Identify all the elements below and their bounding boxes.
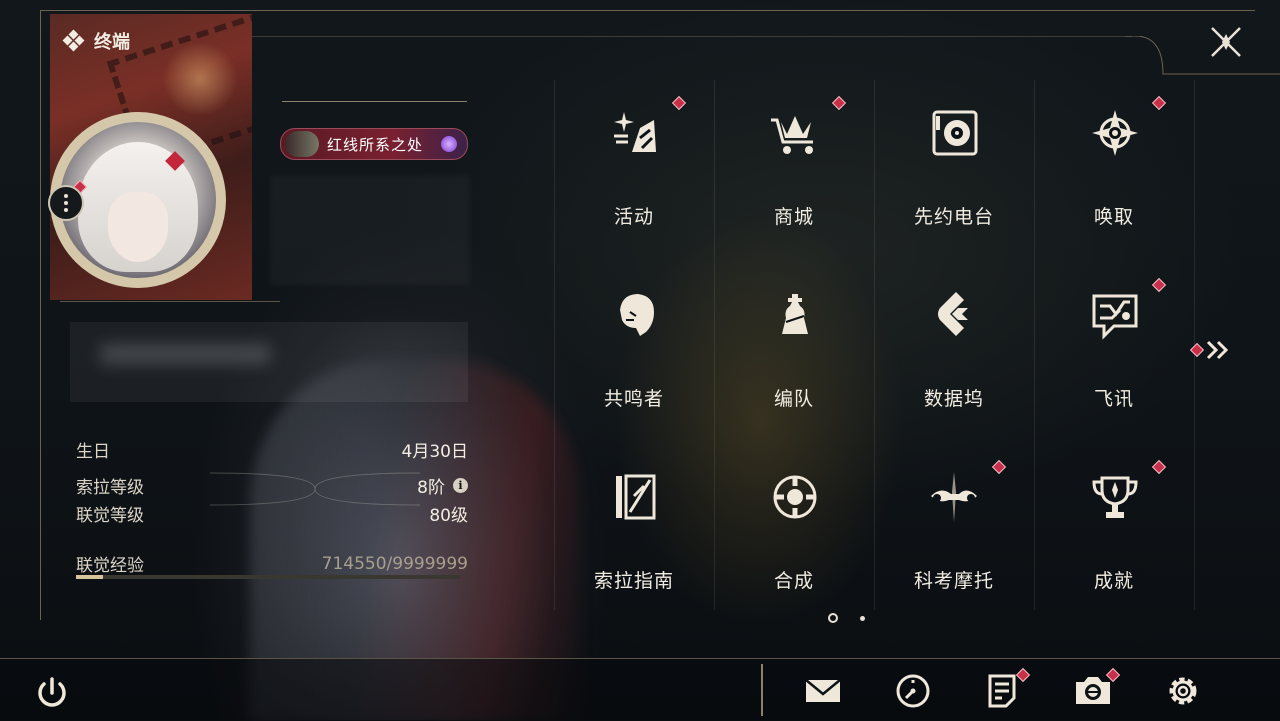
notice-icon xyxy=(988,674,1016,708)
menu-item-label: 飞讯 xyxy=(1093,388,1134,410)
frame-corner xyxy=(1125,36,1280,75)
info-value: 714550/9999999 xyxy=(321,553,468,574)
power-icon xyxy=(38,677,66,707)
menu-item-motorbike[interactable]: 科考摩托 xyxy=(874,444,1034,626)
info-label: 联觉等级 xyxy=(76,506,144,526)
menu-item-resonators[interactable]: 共鸣者 xyxy=(554,262,714,444)
close-button[interactable] xyxy=(1206,22,1246,62)
experience-progress-bar xyxy=(76,575,460,579)
chat-bubble-icon xyxy=(1092,294,1138,340)
terminal-title-text: 终端 xyxy=(94,32,130,53)
settings-button[interactable] xyxy=(1164,672,1202,710)
menu-item-activity[interactable]: 活动 xyxy=(554,80,714,262)
guide-book-icon xyxy=(616,474,656,520)
motorbike-icon xyxy=(931,472,977,522)
alert-dot xyxy=(1151,277,1167,293)
info-icon[interactable]: i xyxy=(453,478,468,493)
alert-dot xyxy=(1151,459,1167,475)
menu-item-label: 索拉指南 xyxy=(593,570,674,592)
blurred-signature[interactable] xyxy=(70,322,468,402)
divider xyxy=(60,301,280,302)
terminal-title: 终端 xyxy=(62,28,130,54)
menu-item-synthesis[interactable]: 合成 xyxy=(714,444,874,626)
power-button[interactable] xyxy=(34,675,70,711)
alert-dot xyxy=(671,95,687,111)
alert-dot xyxy=(1151,95,1167,111)
alert-dot xyxy=(991,459,1007,475)
menu-item-team[interactable]: 编队 xyxy=(714,262,874,444)
menu-item-label: 先约电台 xyxy=(913,206,994,228)
next-page-button[interactable] xyxy=(1189,340,1232,360)
info-value: 4月30日 xyxy=(401,442,468,462)
clock-button[interactable] xyxy=(894,672,932,710)
bottom-separator xyxy=(761,664,763,716)
frame-top-line xyxy=(40,10,1255,11)
mail-icon xyxy=(805,679,841,702)
info-row-birthday: 生日 4月30日 xyxy=(76,437,468,462)
camera-icon xyxy=(1076,677,1110,704)
settings-gear-icon xyxy=(1169,677,1197,705)
menu-item-achievements[interactable]: 成就 xyxy=(1034,444,1194,626)
menu-item-label: 编队 xyxy=(773,388,814,410)
radio-icon xyxy=(932,110,978,156)
alert-dot xyxy=(1189,342,1205,358)
trophy-icon xyxy=(1092,476,1138,518)
blurred-name-area xyxy=(270,175,470,285)
info-label: 索拉等级 xyxy=(76,478,144,498)
menu-grid: 活动 商城 先约电台 唤取 共鸣者 编队 数据坞 飞讯 索拉指南 合成 科考摩托… xyxy=(554,80,1195,610)
title-badge[interactable]: 红线所系之处 xyxy=(280,128,468,160)
info-row-sola-level: 索拉等级 8阶 i xyxy=(76,473,468,498)
menu-item-data-dock[interactable]: 数据坞 xyxy=(874,262,1034,444)
frame-left-line xyxy=(40,10,41,620)
page-indicator xyxy=(828,613,865,623)
info-label: 生日 xyxy=(76,442,110,462)
menu-item-shop[interactable]: 商城 xyxy=(714,80,874,262)
experience-progress-fill xyxy=(76,575,104,579)
mail-button[interactable] xyxy=(804,672,842,710)
sparkle-icon xyxy=(614,112,656,152)
info-label: 联觉经验 xyxy=(76,556,144,576)
badge-text: 红线所系之处 xyxy=(327,135,424,154)
double-chevron-right-icon xyxy=(1206,340,1229,360)
menu-item-messages[interactable]: 飞讯 xyxy=(1034,262,1194,444)
menu-item-label: 数据坞 xyxy=(923,388,984,410)
page-dot-active[interactable] xyxy=(828,613,838,623)
data-dock-icon xyxy=(938,292,968,336)
info-row-union-level: 联觉等级 80级 xyxy=(76,501,468,526)
frame-inner-line xyxy=(252,36,1132,37)
page-dot[interactable] xyxy=(860,615,865,621)
alert-dot xyxy=(831,95,847,111)
info-value: 80级 xyxy=(429,506,468,526)
clock-icon xyxy=(896,674,930,708)
menu-item-label: 合成 xyxy=(773,570,814,592)
menu-item-radio[interactable]: 先约电台 xyxy=(874,80,1034,262)
notice-button[interactable] xyxy=(984,667,1031,710)
camera-button[interactable] xyxy=(1074,667,1121,710)
close-icon xyxy=(1211,27,1241,57)
menu-item-label: 活动 xyxy=(613,206,654,228)
menu-item-label: 成就 xyxy=(1093,570,1134,592)
profile-more-button[interactable] xyxy=(48,185,84,221)
badge-portrait xyxy=(285,131,319,157)
menu-item-label: 科考摩托 xyxy=(913,570,994,592)
divider xyxy=(282,101,467,102)
menu-item-convene[interactable]: 唤取 xyxy=(1034,80,1194,262)
character-head-icon xyxy=(620,294,654,336)
info-row-union-exp: 联觉经验 714550/9999999 xyxy=(76,551,468,577)
menu-item-label: 共鸣者 xyxy=(603,388,664,410)
badge-gem-icon xyxy=(441,136,457,152)
crown-cart-icon xyxy=(771,116,813,154)
compass-star-icon xyxy=(1092,110,1138,156)
chess-piece-icon xyxy=(782,294,808,334)
synthesis-icon xyxy=(773,475,817,519)
menu-item-label: 唤取 xyxy=(1093,206,1134,228)
menu-item-label: 商城 xyxy=(773,206,814,228)
menu-item-sola-guide[interactable]: 索拉指南 xyxy=(554,444,714,626)
menu-diamond-icon xyxy=(62,29,85,52)
info-value: 8阶 xyxy=(417,478,445,498)
